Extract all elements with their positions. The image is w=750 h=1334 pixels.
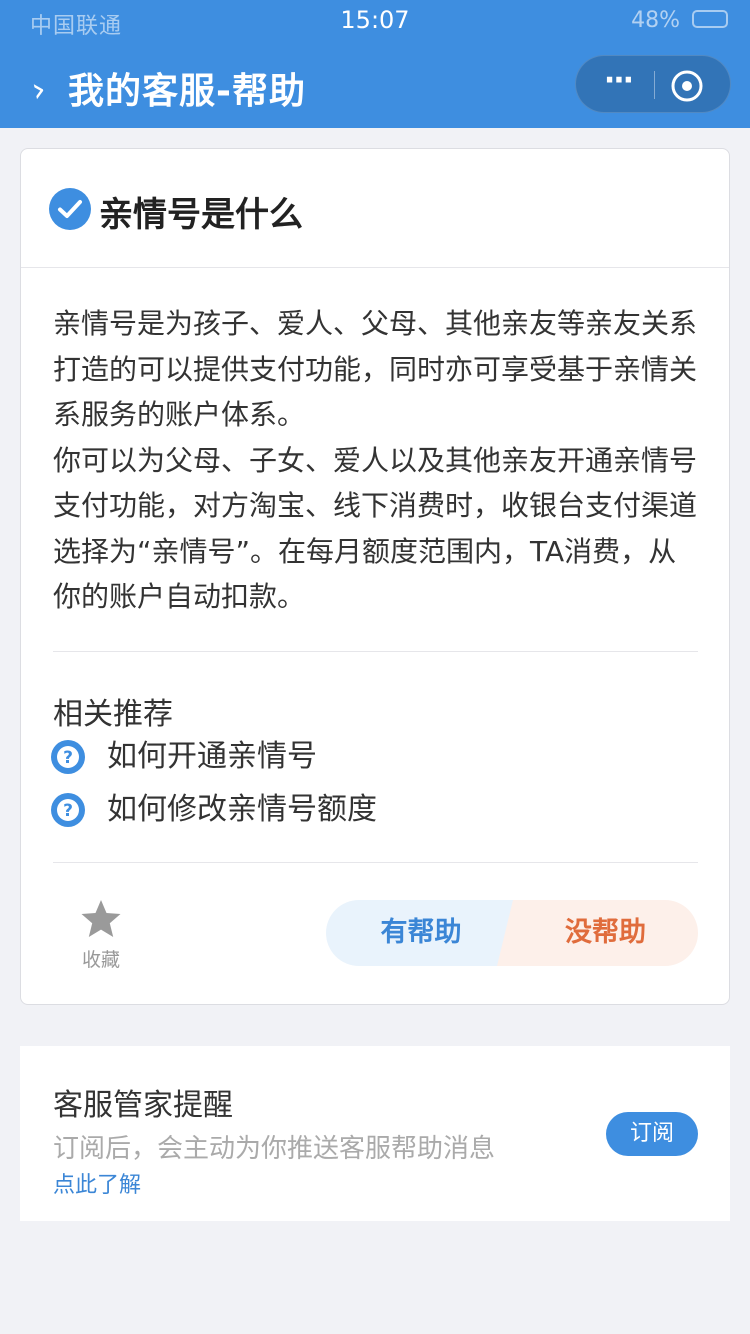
battery-icon — [692, 10, 728, 28]
svg-text:?: ? — [63, 801, 73, 821]
article-title: 亲情号是什么 — [99, 195, 303, 235]
star-icon[interactable] — [79, 897, 123, 941]
not-helpful-button[interactable]: 没帮助 — [497, 900, 698, 966]
related-item-label: 如何开通亲情号 — [107, 739, 317, 774]
battery-percent: 48% — [631, 8, 680, 33]
subscribe-card: 客服管家提醒 订阅后，会主动为你推送客服帮助消息 点此了解 订阅 — [20, 1046, 730, 1221]
question-circle-icon: ? — [51, 793, 85, 827]
nav-bar: › 我的客服-帮助 ··· — [0, 44, 750, 128]
subscribe-button[interactable]: 订阅 — [606, 1112, 698, 1156]
divider — [53, 651, 698, 652]
divider — [53, 862, 698, 863]
status-bar: 中国联通 15:07 48% — [0, 0, 750, 44]
page-title: 我的客服-帮助 — [68, 71, 306, 112]
question-circle-icon: ? — [51, 740, 85, 774]
related-item[interactable]: ? 如何开通亲情号 — [51, 737, 551, 777]
article-body: 亲情号是为孩子、爱人、父母、其他亲友等亲友关系打造的可以提供支付功能，同时亦可享… — [53, 301, 703, 620]
close-circle-icon[interactable] — [670, 69, 704, 103]
related-title: 相关推荐 — [53, 697, 173, 732]
related-item-label: 如何修改亲情号额度 — [107, 792, 377, 827]
app-header: 中国联通 15:07 48% › 我的客服-帮助 ··· — [0, 0, 750, 128]
back-icon[interactable]: › — [28, 69, 50, 111]
helpful-button[interactable]: 有帮助 — [326, 900, 532, 966]
related-item[interactable]: ? 如何修改亲情号额度 — [51, 790, 551, 830]
check-circle-icon — [49, 188, 91, 230]
miniapp-capsule: ··· — [575, 55, 731, 113]
ellipsis-icon[interactable]: ··· — [596, 66, 640, 102]
subscribe-description: 订阅后，会主动为你推送客服帮助消息 — [53, 1134, 496, 1164]
learn-more-link[interactable]: 点此了解 — [53, 1167, 141, 1199]
article-card: 亲情号是什么 亲情号是为孩子、爱人、父母、其他亲友等亲友关系打造的可以提供支付功… — [20, 148, 730, 1005]
svg-text:?: ? — [63, 748, 73, 768]
capsule-divider — [654, 71, 655, 99]
article-header: 亲情号是什么 — [21, 149, 729, 268]
article-paragraph: 你可以为父母、子女、爱人以及其他亲友开通亲情号支付功能，对方淘宝、线下消费时，收… — [53, 443, 698, 614]
article-paragraph: 亲情号是为孩子、爱人、父母、其他亲友等亲友关系打造的可以提供支付功能，同时亦可享… — [53, 307, 698, 431]
subscribe-title: 客服管家提醒 — [53, 1088, 233, 1123]
favorite-label: 收藏 — [81, 949, 120, 971]
